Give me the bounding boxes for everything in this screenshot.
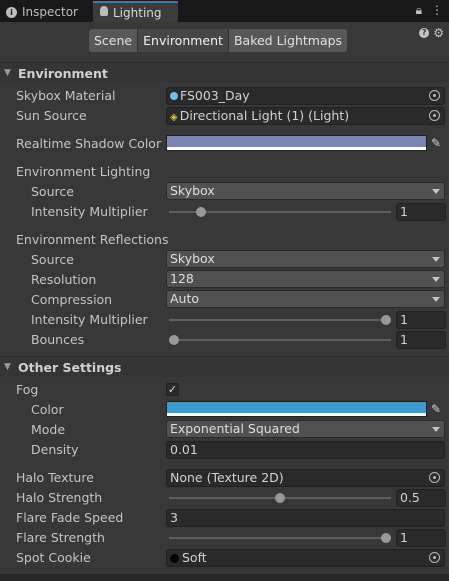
sun-source-value: Directional Light (1) (Light) bbox=[179, 108, 350, 123]
chevron-down-icon bbox=[432, 427, 440, 432]
section-other-settings-title: Other Settings bbox=[18, 359, 122, 375]
section-environment-title: Environment bbox=[18, 65, 108, 81]
object-picker-icon[interactable] bbox=[429, 472, 440, 483]
chevron-down-icon bbox=[432, 277, 440, 282]
tab-inspector-label: Inspector bbox=[22, 4, 78, 19]
reflection-intensity-label: Intensity Multiplier bbox=[31, 312, 148, 327]
environment-reflections-label: Environment Reflections bbox=[16, 232, 169, 247]
resolution-value: 128 bbox=[170, 271, 194, 286]
window-tab-bar: i Inspector Lighting 🔒︎ ⋮ bbox=[0, 0, 449, 22]
fog-density-label: Density bbox=[31, 442, 79, 457]
reflection-intensity-field[interactable]: 1 bbox=[396, 311, 446, 329]
flare-fade-speed-label: Flare Fade Speed bbox=[16, 510, 124, 525]
lighting-mode-selector: Scene Environment Baked Lightmaps bbox=[89, 29, 348, 52]
fog-mode-value: Exponential Squared bbox=[170, 421, 300, 436]
halo-texture-value: None (Texture 2D) bbox=[170, 470, 284, 485]
fog-label: Fog bbox=[16, 382, 39, 397]
halo-texture-field[interactable]: None (Texture 2D) bbox=[166, 469, 445, 487]
environment-lighting-label: Environment Lighting bbox=[16, 164, 151, 179]
bounces-slider[interactable] bbox=[169, 339, 391, 341]
fog-density-field[interactable]: 0.01 bbox=[166, 441, 445, 459]
lighting-intensity-label: Intensity Multiplier bbox=[31, 204, 148, 219]
window-bottom-edge bbox=[0, 574, 449, 581]
alpha-bar bbox=[167, 413, 426, 416]
sun-source-label: Sun Source bbox=[16, 108, 87, 123]
reflection-source-value: Skybox bbox=[170, 251, 215, 266]
flare-strength-slider[interactable] bbox=[169, 537, 391, 539]
skybox-material-value: FS003_Day bbox=[180, 88, 250, 103]
lighting-source-dropdown[interactable]: Skybox bbox=[166, 182, 445, 200]
tab-baked-lightmaps[interactable]: Baked Lightmaps bbox=[228, 29, 348, 52]
section-environment[interactable]: ▼ Environment bbox=[0, 62, 449, 83]
lightbulb-icon bbox=[100, 6, 108, 19]
fog-color-swatch[interactable] bbox=[166, 401, 427, 417]
skybox-material-label: Skybox Material bbox=[16, 88, 116, 103]
alpha-bar bbox=[167, 147, 426, 150]
reflection-intensity-slider[interactable] bbox=[169, 319, 391, 321]
eyedropper-icon[interactable]: ✎ bbox=[431, 402, 441, 416]
kebab-menu-icon[interactable]: ⋮ bbox=[431, 3, 443, 18]
fog-color-label: Color bbox=[31, 402, 64, 417]
chevron-down-icon bbox=[432, 297, 440, 302]
help-icon[interactable]: ? bbox=[419, 28, 430, 38]
foldout-arrow-icon: ▼ bbox=[4, 362, 11, 372]
chevron-down-icon bbox=[432, 189, 440, 194]
reflection-source-label: Source bbox=[31, 252, 74, 267]
bounces-field[interactable]: 1 bbox=[396, 331, 446, 349]
halo-strength-slider-thumb[interactable] bbox=[275, 493, 285, 503]
spot-cookie-field[interactable]: Soft bbox=[166, 549, 445, 567]
flare-strength-label: Flare Strength bbox=[16, 530, 105, 545]
lighting-intensity-slider-thumb[interactable] bbox=[195, 207, 206, 217]
eyedropper-icon[interactable]: ✎ bbox=[431, 136, 441, 150]
lighting-toolbar: Scene Environment Baked Lightmaps ? ⚙ bbox=[0, 22, 449, 62]
fog-checkbox[interactable]: ✓ bbox=[166, 383, 179, 396]
object-picker-icon[interactable] bbox=[429, 552, 440, 563]
reflection-intensity-slider-thumb[interactable] bbox=[381, 315, 391, 325]
fog-mode-label: Mode bbox=[31, 422, 66, 437]
material-sphere-icon bbox=[170, 92, 178, 100]
tab-lighting[interactable]: Lighting bbox=[93, 1, 178, 22]
chevron-down-icon bbox=[432, 257, 440, 262]
lighting-source-value: Skybox bbox=[170, 183, 215, 198]
compression-dropdown[interactable]: Auto bbox=[166, 290, 445, 308]
spot-cookie-value: Soft bbox=[182, 550, 207, 565]
compression-label: Compression bbox=[31, 292, 113, 307]
reflection-source-dropdown[interactable]: Skybox bbox=[166, 250, 445, 268]
object-picker-icon[interactable] bbox=[429, 90, 440, 101]
info-icon: i bbox=[6, 5, 17, 18]
flare-fade-speed-field[interactable]: 3 bbox=[166, 509, 445, 527]
lighting-intensity-field[interactable]: 1 bbox=[396, 203, 446, 221]
compression-value: Auto bbox=[170, 291, 200, 306]
fog-mode-dropdown[interactable]: Exponential Squared bbox=[166, 420, 445, 438]
tab-lighting-label: Lighting bbox=[113, 5, 162, 20]
lock-icon[interactable]: 🔒︎ bbox=[416, 3, 422, 18]
realtime-shadow-color-label: Realtime Shadow Color bbox=[16, 136, 162, 151]
lighting-source-label: Source bbox=[31, 184, 74, 199]
resolution-label: Resolution bbox=[31, 272, 97, 287]
halo-texture-label: Halo Texture bbox=[16, 470, 94, 485]
resolution-dropdown[interactable]: 128 bbox=[166, 270, 445, 288]
spot-cookie-label: Spot Cookie bbox=[16, 550, 91, 565]
bounces-slider-thumb[interactable] bbox=[169, 335, 179, 345]
flare-strength-slider-thumb[interactable] bbox=[381, 533, 391, 543]
light-icon: ◈ bbox=[170, 112, 178, 123]
bounces-label: Bounces bbox=[31, 332, 85, 347]
section-other-settings[interactable]: ▼ Other Settings bbox=[0, 356, 449, 377]
skybox-material-field[interactable]: FS003_Day bbox=[166, 87, 445, 105]
halo-strength-label: Halo Strength bbox=[16, 490, 103, 505]
sun-source-field[interactable]: ◈ Directional Light (1) (Light) bbox=[166, 107, 445, 125]
realtime-shadow-color-swatch[interactable] bbox=[166, 135, 427, 151]
tab-scene[interactable]: Scene bbox=[89, 29, 139, 52]
texture-icon bbox=[170, 554, 179, 563]
tab-environment[interactable]: Environment bbox=[138, 29, 229, 52]
halo-strength-field[interactable]: 0.5 bbox=[396, 489, 446, 507]
object-picker-icon[interactable] bbox=[429, 110, 440, 121]
tab-inspector[interactable]: i Inspector bbox=[0, 1, 92, 22]
foldout-arrow-icon: ▼ bbox=[4, 68, 11, 78]
flare-strength-field[interactable]: 1 bbox=[396, 529, 446, 547]
gear-icon[interactable]: ⚙ bbox=[433, 27, 444, 39]
